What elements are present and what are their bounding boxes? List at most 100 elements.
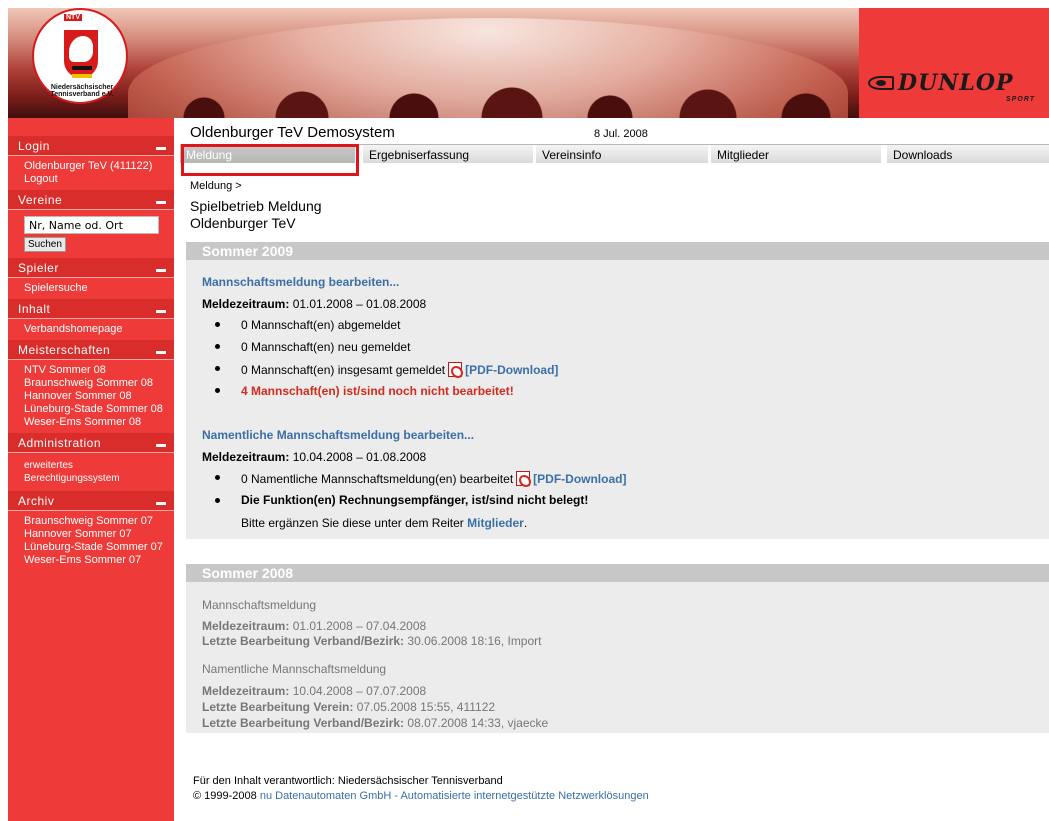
collapse-icon[interactable] — [156, 310, 166, 313]
vereine-search-input[interactable] — [24, 216, 159, 234]
vereine-search-button[interactable]: Suchen — [24, 237, 66, 252]
team-stat-item: 0 Mannschaft(en) neu gemeldet — [241, 340, 411, 354]
copyright-text: © 1999-2008 — [193, 790, 257, 802]
last-edit-value: 30.06.2008 18:16, Import — [407, 634, 542, 648]
collapse-icon[interactable] — [156, 502, 166, 505]
season-2009-panel: Sommer 2009 Mannschaftsmeldung bearbeite… — [186, 242, 1049, 539]
team-warning: 4 Mannschaft(en) ist/sind noch nicht bea… — [241, 384, 514, 398]
mitglieder-link[interactable]: Mitglieder — [467, 516, 524, 530]
named-last-edit-verband-2008: Letzte Bearbeitung Verband/Bezirk: 08.07… — [202, 716, 548, 730]
sidebar-item-logout[interactable]: Logout — [8, 173, 174, 186]
org-title: Oldenburger TeV Demosystem — [190, 124, 395, 141]
bullet-icon — [215, 498, 220, 503]
sidebar-item-archiv[interactable]: Weser-Ems Sommer 07 — [8, 554, 174, 567]
pdf-download-link[interactable]: [PDF-Download] — [533, 472, 626, 486]
ntv-logo[interactable]: NTV Niedersächsischer Tennisverband e.V. — [32, 8, 128, 104]
bullet-icon — [215, 322, 220, 327]
sidebar-item-spielersuche[interactable]: Spielersuche — [8, 282, 174, 295]
season-2008-title: Sommer 2008 — [186, 564, 1049, 582]
named-registration-link[interactable]: Namentliche Mannschaftsmeldung bearbeite… — [202, 428, 474, 442]
tab-ergebniserfassung[interactable]: Ergebniserfassung — [363, 145, 533, 163]
team-period-2008: Meldezeitraum: 01.01.2008 – 07.04.2008 — [202, 619, 426, 633]
period-label: Meldezeitraum: — [202, 619, 290, 633]
dunlop-wordmark: DUNLOP — [898, 70, 1014, 96]
period-value: 10.04.2008 – 01.08.2008 — [292, 450, 427, 464]
sidebar-item-archiv[interactable]: Lüneburg-Stade Sommer 07 — [8, 541, 174, 554]
pdf-icon[interactable] — [516, 471, 532, 487]
named-last-edit-verein-2008: Letzte Bearbeitung Verein: 07.05.2008 15… — [202, 700, 495, 714]
tab-mitglieder[interactable]: Mitglieder — [711, 145, 881, 163]
collapse-icon[interactable] — [156, 201, 166, 204]
collapse-icon[interactable] — [156, 351, 166, 354]
breadcrumb: Meldung > — [190, 180, 242, 192]
sidebar-item-meisterschaft[interactable]: Hannover Sommer 08 — [8, 390, 174, 403]
named-stat-item: 0 Namentliche Mannschaftsmeldung(en) bea… — [241, 471, 626, 487]
sidebar-item-meisterschaft[interactable]: Lüneburg-Stade Sommer 08 — [8, 403, 174, 416]
named-period: Meldezeitraum: 10.04.2008 – 01.08.2008 — [202, 450, 426, 464]
sidebar-heading-label: Vereine — [18, 193, 63, 207]
hint-text: Bitte ergänzen Sie diese unter dem Reite… — [241, 516, 464, 530]
company-link[interactable]: nu Datenautomaten GmbH - Automatisierte … — [260, 790, 649, 802]
sidebar-item-meisterschaft[interactable]: NTV Sommer 08 — [8, 364, 174, 377]
pdf-icon[interactable] — [448, 362, 464, 378]
sidebar: Login Oldenburger TeV (411122) Logout Ve… — [8, 118, 174, 821]
named-stat-text: 0 Namentliche Mannschaftsmeldung(en) bea… — [241, 472, 514, 486]
sidebar-heading-spieler[interactable]: Spieler — [8, 258, 174, 278]
sidebar-heading-label: Administration — [18, 436, 102, 450]
sidebar-heading-meisterschaften[interactable]: Meisterschaften — [8, 340, 174, 360]
named-period-2008: Meldezeitraum: 10.04.2008 – 07.07.2008 — [202, 684, 426, 698]
sidebar-heading-administration[interactable]: Administration — [8, 433, 174, 453]
dunlop-logo: DUNLOP — [868, 70, 1014, 96]
sidebar-item-account[interactable]: Oldenburger TeV (411122) — [8, 160, 174, 173]
sidebar-item-berechtigungssystem[interactable]: erweitertes Berechtigungssystem — [8, 459, 174, 485]
period-value: 01.01.2008 – 07.04.2008 — [292, 619, 427, 633]
footer: Für den Inhalt verantwortlich: Niedersäc… — [193, 775, 649, 802]
page-title-line: Spielbetrieb Meldung — [190, 198, 322, 214]
tab-downloads[interactable]: Downloads — [887, 145, 1049, 163]
collapse-icon[interactable] — [156, 269, 166, 272]
season-2009-title: Sommer 2009 — [186, 242, 1049, 260]
dunlop-sport-text: SPORT — [1006, 96, 1035, 103]
last-edit-label: Letzte Bearbeitung Verband/Bezirk: — [202, 716, 405, 730]
footer-copyright-line: © 1999-2008 nu Datenautomaten GmbH - Aut… — [193, 790, 649, 802]
period-value: 01.01.2008 – 01.08.2008 — [292, 297, 427, 311]
ntv-logo-text: NTV — [64, 14, 82, 21]
team-period: Meldezeitraum: 01.01.2008 – 01.08.2008 — [202, 297, 426, 311]
sidebar-item-archiv[interactable]: Braunschweig Sommer 07 — [8, 515, 174, 528]
season-2008-panel: Sommer 2008 Mannschaftsmeldung Meldezeit… — [186, 564, 1049, 733]
horse-icon — [69, 36, 93, 62]
sidebar-item-archiv[interactable]: Hannover Sommer 07 — [8, 528, 174, 541]
collapse-icon[interactable] — [156, 444, 166, 447]
collapse-icon[interactable] — [156, 147, 166, 150]
trees-silhouette — [148, 76, 848, 118]
sidebar-heading-label: Archiv — [18, 494, 55, 508]
sidebar-item-verbandshomepage[interactable]: Verbandshomepage — [8, 323, 174, 336]
period-value: 10.04.2008 – 07.07.2008 — [292, 684, 427, 698]
pdf-download-link[interactable]: [PDF-Download] — [465, 363, 558, 377]
named-heading-2008: Namentliche Mannschaftsmeldung — [202, 662, 387, 676]
sidebar-heading-vereine[interactable]: Vereine — [8, 190, 174, 210]
bullet-icon — [215, 344, 220, 349]
bullet-icon — [215, 388, 220, 393]
sidebar-heading-archiv[interactable]: Archiv — [8, 491, 174, 511]
sidebar-item-meisterschaft[interactable]: Braunschweig Sommer 08 — [8, 377, 174, 390]
sidebar-item-meisterschaft[interactable]: Weser-Ems Sommer 08 — [8, 416, 174, 429]
last-edit-value: 07.05.2008 15:55, 411122 — [356, 700, 496, 714]
sidebar-heading-inhalt[interactable]: Inhalt — [8, 299, 174, 319]
sidebar-heading-login[interactable]: Login — [8, 136, 174, 156]
tab-vereinsinfo[interactable]: Vereinsinfo — [536, 145, 708, 163]
team-heading-2008: Mannschaftsmeldung — [202, 598, 317, 612]
sidebar-heading-label: Spieler — [18, 261, 59, 275]
team-registration-link[interactable]: Mannschaftsmeldung bearbeiten... — [202, 275, 399, 289]
team-stat-item: 0 Mannschaft(en) insgesamt gemeldet [PDF-… — [241, 362, 558, 378]
hint-suffix: . — [523, 516, 528, 530]
bullet-icon — [215, 475, 220, 480]
current-date: 8 Jul. 2008 — [594, 128, 648, 140]
last-edit-label: Letzte Bearbeitung Verband/Bezirk: — [202, 634, 405, 648]
bullet-icon — [215, 366, 220, 371]
page-title: Spielbetrieb Meldung Oldenburger TeV — [190, 198, 322, 232]
team-stat-item: 0 Mannschaft(en) abgemeldet — [241, 318, 401, 332]
sidebar-heading-label: Inhalt — [18, 302, 51, 316]
period-label: Meldezeitraum: — [202, 684, 290, 698]
last-edit-value: 08.07.2008 14:33, vjaecke — [407, 716, 549, 730]
